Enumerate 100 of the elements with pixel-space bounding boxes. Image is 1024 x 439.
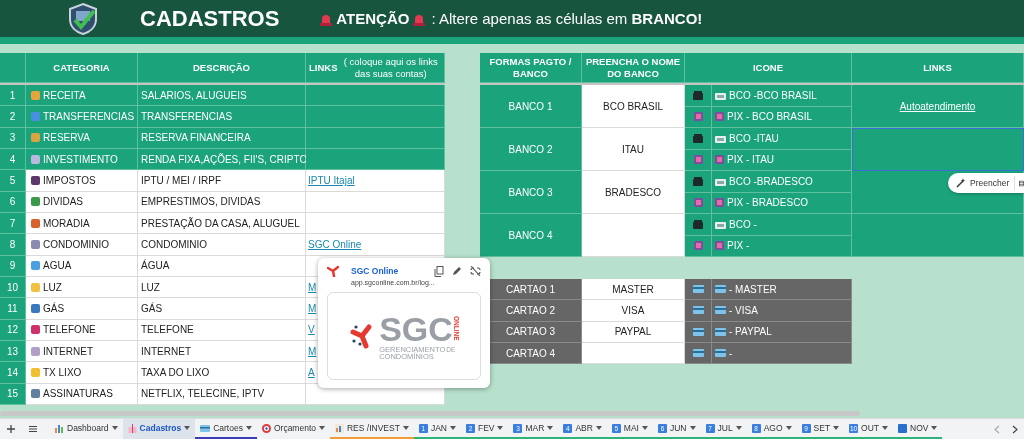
gift-icon <box>127 423 137 433</box>
pix-icon <box>693 198 703 208</box>
table-cell[interactable]: ASSINATURAS <box>26 383 138 405</box>
table-cell[interactable]: CONDOMINIO <box>26 234 138 256</box>
table-cell[interactable]: IPTU Itajal <box>306 170 445 192</box>
table-cell[interactable]: IPTU / MEI / IRPF <box>138 170 306 192</box>
table-cell[interactable]: TELEFONE <box>26 319 138 341</box>
chart-icon <box>335 423 344 433</box>
table-cell[interactable] <box>306 127 445 149</box>
table-cell[interactable]: IMPOSTOS <box>26 170 138 192</box>
bank-icon <box>693 133 703 143</box>
table-cell: BANCO 3 <box>480 171 582 214</box>
edit-icon[interactable] <box>452 266 462 276</box>
pix-icon <box>715 112 724 122</box>
table-cell[interactable]: ITAU <box>582 128 685 171</box>
table-cell[interactable]: NETFLIX, TELECINE, IPTV <box>138 383 306 405</box>
table-cell[interactable]: GÁS <box>138 298 306 320</box>
pix-icon <box>693 112 703 122</box>
table-cell[interactable]: LUZ <box>26 276 138 299</box>
table-cell[interactable] <box>306 106 445 128</box>
table-cell[interactable]: BCO BRASIL <box>582 85 685 128</box>
row-number: 1 <box>0 85 26 107</box>
table-cell[interactable]: LUZ <box>138 276 306 299</box>
fill-button[interactable]: Preencher <box>954 176 1016 190</box>
unlink-icon[interactable] <box>470 266 481 276</box>
bank-icon <box>715 219 726 229</box>
table-cell[interactable] <box>852 128 1024 171</box>
square-icon <box>898 423 908 433</box>
sheet-tab[interactable]: Cartoes <box>195 419 257 439</box>
card-icon <box>715 306 726 315</box>
sheet-title: CADASTROS <box>140 5 280 32</box>
table-cell[interactable] <box>852 214 1024 257</box>
payment-label: PIX - BRADESCO <box>727 197 809 209</box>
row-number: 2 <box>0 106 26 128</box>
table-cell[interactable]: SGC Online <box>306 234 445 256</box>
bank-icon <box>693 176 703 186</box>
link[interactable]: M <box>308 345 317 357</box>
scroll-right-icon[interactable] <box>1012 424 1018 434</box>
table-cell[interactable]: MASTER <box>582 279 685 301</box>
table-cell[interactable]: DIVIDAS <box>26 191 138 213</box>
link[interactable]: SGC Online <box>308 238 362 250</box>
link[interactable]: V <box>308 324 315 336</box>
add-sheet-icon[interactable] <box>6 424 16 434</box>
alert-text: : Altere apenas as células em BRANCO! <box>431 10 703 27</box>
row-number: 5 <box>0 170 26 192</box>
link[interactable]: M <box>308 281 317 293</box>
target-icon <box>261 423 271 433</box>
caret-icon <box>402 426 409 430</box>
pix-icon <box>693 241 703 251</box>
caret-icon <box>785 426 792 430</box>
link[interactable]: IPTU Itajal <box>308 174 355 186</box>
caret-icon <box>111 426 118 430</box>
table-cell[interactable]: PRESTAÇÃO DA CASA, ALUGUEL <box>138 212 306 235</box>
sheet-tab[interactable]: Dashboard <box>50 419 123 439</box>
table-cell[interactable]: INTERNET <box>26 340 138 363</box>
sheet-tab[interactable]: NOV <box>893 419 943 439</box>
pix-icon <box>693 155 703 165</box>
table-cell[interactable]: CONDOMINIO <box>138 234 306 256</box>
copy-icon[interactable] <box>434 265 444 277</box>
sheet-tab[interactable]: Orçamento <box>256 419 330 439</box>
row-number: 15 <box>0 383 26 405</box>
table-cell[interactable] <box>306 149 445 171</box>
logo-icon <box>350 324 372 349</box>
table-cell[interactable]: BRADESCO <box>582 171 685 214</box>
table-cell[interactable]: VISA <box>582 300 685 322</box>
table-cell: BANCO 2 <box>480 128 582 171</box>
table-cell[interactable] <box>306 85 445 107</box>
table-cell[interactable]: TAXA DO LIXO <box>138 362 306 384</box>
sheet-tab[interactable]: Cadastros <box>122 419 196 439</box>
row-number: 10 <box>0 276 26 299</box>
table-icon[interactable] <box>1019 178 1024 188</box>
scroll-left-icon[interactable] <box>994 424 1000 434</box>
caret-icon <box>735 426 742 430</box>
row-number: 6 <box>0 191 26 213</box>
sheet-tab[interactable]: RES /INVEST <box>330 419 414 439</box>
payment-label: BCO -BRADESCO <box>729 175 813 187</box>
brand-name: SGC <box>379 311 453 346</box>
logo-icon <box>327 265 339 277</box>
table-cell[interactable]: EMPRESTIMOS, DIVIDAS <box>138 191 306 213</box>
link[interactable]: M <box>308 302 317 314</box>
table-cell[interactable]: PAYPAL <box>582 321 685 343</box>
link-title[interactable]: SGC Online <box>351 266 426 276</box>
category-name: LUZ <box>43 281 62 293</box>
menu-icon[interactable] <box>28 424 38 434</box>
category-name: MORADIA <box>43 217 90 229</box>
shield-check-icon <box>66 1 100 36</box>
link[interactable]: A <box>308 366 315 378</box>
table-cell[interactable]: GÁS <box>26 298 138 320</box>
payment-label: PIX - BCO BRASIL <box>727 111 813 123</box>
category-name: DIVIDAS <box>43 196 83 208</box>
table-cell[interactable]: INTERNET <box>138 340 306 363</box>
bank-icon <box>715 176 726 186</box>
table-cell[interactable]: ÁGUA <box>138 255 306 277</box>
table-cell[interactable]: TELEFONE <box>138 319 306 341</box>
table-cell[interactable]: TX LIXO <box>26 362 138 384</box>
bank-icon <box>693 90 703 100</box>
caret-icon <box>642 426 648 430</box>
table-cell[interactable]: AGUA <box>26 255 138 277</box>
table-cell[interactable]: MORADIA <box>26 212 138 235</box>
scrollbar[interactable] <box>0 411 860 416</box>
